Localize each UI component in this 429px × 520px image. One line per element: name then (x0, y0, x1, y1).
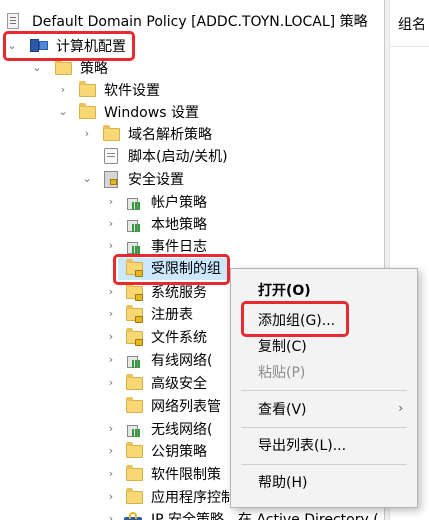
folder-icon (126, 397, 143, 413)
column-header-label: 组名 (398, 17, 426, 33)
chevron-right-icon[interactable]: › (105, 307, 117, 321)
folder-icon (126, 488, 143, 504)
menu-item-view-label: 查看(V) (258, 402, 307, 418)
policy-document-icon (7, 13, 19, 29)
menu-separator (241, 464, 407, 465)
folder-icon (79, 81, 96, 97)
security-settings-label: 安全设置 (128, 172, 184, 188)
folder-icon (126, 465, 143, 481)
local-policies-label: 本地策略 (151, 217, 207, 233)
locked-folder-icon (126, 305, 143, 323)
folder-icon (79, 103, 96, 119)
ipsec-label: IP 安全策略，在 Active Directory ( (151, 512, 379, 520)
root-label: Default Domain Policy [ADDC.TOYN.LOCAL] … (32, 14, 368, 30)
chevron-down-icon[interactable]: ⌄ (81, 172, 93, 186)
menu-item-export-list[interactable]: 导出列表(L)... (231, 432, 417, 460)
windows-settings-label: Windows 设置 (104, 105, 199, 121)
system-services-label: 系统服务 (151, 285, 207, 301)
network-list-label: 网络列表管 (151, 399, 221, 415)
menu-item-export-list-label: 导出列表(L)... (258, 438, 347, 454)
wireless-network-label: 无线网络( (151, 422, 213, 438)
public-key-label: 公钥策略 (151, 444, 207, 460)
script-icon (104, 148, 118, 164)
menu-item-copy-label: 复制(C) (258, 339, 307, 355)
column-header-group-name[interactable]: 组名 (390, 0, 429, 47)
chevron-right-icon[interactable]: › (105, 285, 117, 299)
chevron-right-icon[interactable]: › (105, 467, 117, 481)
chevron-right-icon[interactable]: › (105, 422, 117, 436)
menu-separator (241, 427, 407, 428)
chevron-right-icon[interactable]: › (57, 83, 69, 97)
chevron-right-icon[interactable]: › (105, 490, 117, 504)
menu-item-paste-label: 粘贴(P) (258, 365, 306, 381)
wireless-network-icon (126, 421, 142, 437)
file-system-label: 文件系统 (151, 330, 207, 346)
menu-separator (241, 390, 407, 391)
software-restriction-label: 软件限制策 (151, 467, 221, 483)
security-settings-icon (104, 171, 118, 188)
locked-folder-icon (126, 328, 143, 346)
annotation-highlight-computer-config (3, 31, 135, 61)
scripts-label: 脚本(启动/关机) (128, 149, 228, 165)
menu-item-paste[interactable]: 粘贴(P) (231, 359, 417, 387)
chevron-right-icon[interactable]: › (105, 217, 117, 231)
name-resolution-label: 域名解析策略 (128, 127, 212, 143)
annotation-highlight-restricted-groups (113, 254, 230, 285)
submenu-arrow-icon: › (398, 401, 403, 415)
menu-item-view[interactable]: 查看(V) › (231, 396, 417, 424)
registry-label: 注册表 (151, 307, 193, 323)
wired-network-icon (126, 352, 142, 368)
policy-bars-icon (126, 194, 142, 210)
folder-icon (103, 125, 120, 141)
policy-bars-icon (126, 216, 142, 232)
chevron-right-icon[interactable]: › (105, 444, 117, 458)
chevron-right-icon[interactable]: › (105, 512, 117, 520)
account-policies-label: 帐户策略 (151, 195, 207, 211)
chevron-right-icon[interactable]: › (105, 330, 117, 344)
context-menu: 打开(O) 添加组(G)... 复制(C) 粘贴(P) 查看(V) › 导出列表… (230, 268, 418, 508)
chevron-right-icon[interactable]: › (105, 239, 117, 253)
locked-folder-icon (126, 283, 143, 301)
chevron-right-icon[interactable]: › (81, 127, 93, 141)
chevron-right-icon[interactable]: › (105, 353, 117, 367)
folder-icon (126, 374, 143, 390)
folder-icon (126, 442, 143, 458)
chevron-down-icon[interactable]: ⌄ (31, 61, 43, 75)
menu-item-help[interactable]: 帮助(H) (231, 469, 417, 497)
folder-icon (55, 59, 72, 75)
policies-label: 策略 (80, 61, 108, 77)
chevron-right-icon[interactable]: › (105, 376, 117, 390)
menu-item-help-label: 帮助(H) (258, 475, 308, 491)
chevron-right-icon[interactable]: › (105, 195, 117, 209)
menu-item-open-label: 打开(O) (258, 283, 311, 299)
wired-network-label: 有线网络( (151, 353, 213, 369)
advanced-security-label: 高级安全 (151, 376, 207, 392)
annotation-highlight-add-group (241, 301, 349, 337)
chevron-down-icon[interactable]: ⌄ (57, 105, 69, 119)
event-log-icon (126, 238, 142, 254)
menu-item-copy[interactable]: 复制(C) (231, 333, 417, 361)
software-settings-label: 软件设置 (104, 83, 160, 99)
ipsec-icon (124, 511, 142, 520)
